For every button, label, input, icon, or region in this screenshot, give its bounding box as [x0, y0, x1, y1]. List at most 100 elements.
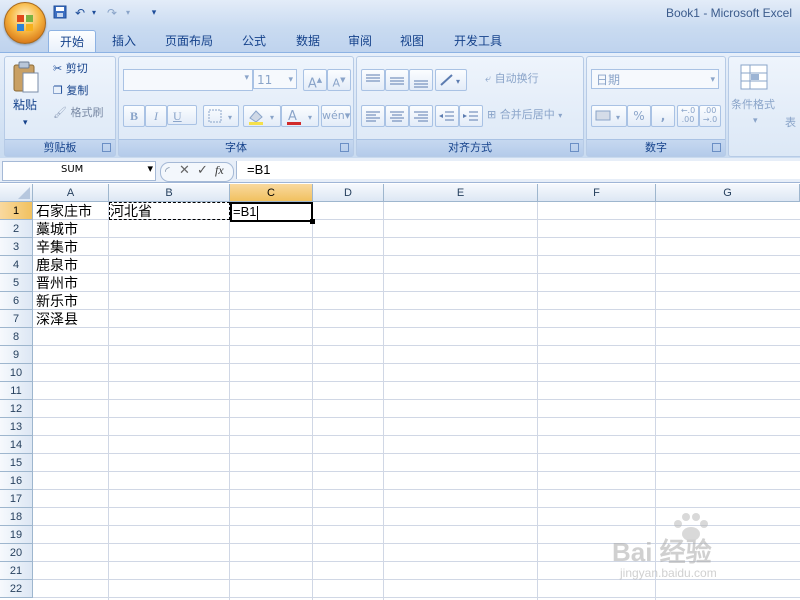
row-header-14[interactable]: 14 [0, 436, 33, 454]
comma-button[interactable]: , [651, 105, 675, 127]
number-dialog-launcher-icon[interactable] [712, 143, 721, 152]
row-header-9[interactable]: 9 [0, 346, 33, 364]
font-name-dropdown-icon[interactable]: ▾ [244, 73, 249, 83]
tab-insert[interactable]: 插入 [102, 30, 146, 52]
row-header-8[interactable]: 8 [0, 328, 33, 346]
row-header-10[interactable]: 10 [0, 364, 33, 382]
cell-A1[interactable]: 石家庄市 [36, 203, 92, 221]
row-header-2[interactable]: 2 [0, 220, 33, 238]
cell-A4[interactable]: 鹿泉市 [36, 257, 78, 275]
number-format-combo[interactable]: 日期 ▾ [591, 69, 719, 89]
conditional-format-icon[interactable] [739, 63, 771, 93]
row-header-22[interactable]: 22 [0, 580, 33, 598]
currency-icon[interactable]: ▾ [591, 105, 627, 127]
italic-button[interactable]: I [145, 105, 167, 127]
name-box[interactable]: SUM ▾ [2, 161, 156, 181]
row-header-7[interactable]: 7 [0, 310, 33, 328]
name-box-dropdown-icon[interactable]: ▾ [147, 162, 153, 175]
font-dialog-launcher-icon[interactable] [340, 143, 349, 152]
cell-C1[interactable]: =B1 [233, 203, 258, 221]
column-header-C[interactable]: C [230, 184, 313, 202]
row-header-16[interactable]: 16 [0, 472, 33, 490]
tab-formulas[interactable]: 公式 [232, 30, 276, 52]
row-header-6[interactable]: 6 [0, 292, 33, 310]
row-header-19[interactable]: 19 [0, 526, 33, 544]
column-header-B[interactable]: B [109, 184, 230, 202]
select-all-corner[interactable] [0, 184, 33, 202]
column-header-F[interactable]: F [538, 184, 656, 202]
row-header-17[interactable]: 17 [0, 490, 33, 508]
row-header-18[interactable]: 18 [0, 508, 33, 526]
increase-decimal-icon[interactable]: ←.0.00 [677, 105, 699, 127]
column-header-D[interactable]: D [313, 184, 384, 202]
cancel-entry-icon[interactable]: ✕ [179, 163, 190, 178]
borders-icon[interactable]: ▾ [203, 105, 239, 127]
cell-A3[interactable]: 辛集市 [36, 239, 78, 257]
clipboard-dialog-launcher-icon[interactable] [102, 143, 111, 152]
column-header-G[interactable]: G [656, 184, 800, 202]
redo-dropdown-icon[interactable]: ▾ [120, 5, 136, 21]
font-color-icon[interactable]: A ▾ [281, 105, 319, 127]
grow-font-icon[interactable]: A▲ [303, 69, 327, 91]
row-header-3[interactable]: 3 [0, 238, 33, 256]
fill-color-icon[interactable]: ▾ [243, 105, 281, 127]
cell-A5[interactable]: 晋州市 [36, 275, 78, 293]
decrease-decimal-icon[interactable]: .00 →.0 [699, 105, 721, 127]
align-right-icon[interactable] [409, 105, 433, 127]
align-center-icon[interactable] [385, 105, 409, 127]
insert-function-icon[interactable]: fx [215, 163, 224, 178]
save-icon[interactable] [52, 5, 68, 21]
row-header-1[interactable]: 1 [0, 202, 33, 220]
copy-button[interactable]: ❐ 复制 [53, 83, 88, 99]
cut-button[interactable]: ✂ 剪切 [53, 61, 88, 77]
office-button[interactable] [4, 2, 46, 44]
wrap-text-button[interactable]: ⤶ 自动换行 [485, 71, 539, 87]
conditional-format-dropdown-icon[interactable]: ▾ [753, 113, 758, 129]
merge-center-button[interactable]: ⊞ 合并后居中 ▾ [487, 107, 562, 124]
font-size-dropdown-icon[interactable]: ▾ [288, 70, 293, 90]
row-header-11[interactable]: 11 [0, 382, 33, 400]
tab-view[interactable]: 视图 [390, 30, 434, 52]
row-header-21[interactable]: 21 [0, 562, 33, 580]
row-header-5[interactable]: 5 [0, 274, 33, 292]
cell-A7[interactable]: 深泽县 [36, 311, 78, 329]
tab-review[interactable]: 审阅 [338, 30, 382, 52]
tab-developer[interactable]: 开发工具 [444, 30, 512, 52]
row-header-4[interactable]: 4 [0, 256, 33, 274]
merge-dropdown-icon[interactable]: ▾ [558, 111, 562, 120]
row-header-12[interactable]: 12 [0, 400, 33, 418]
row-header-13[interactable]: 13 [0, 418, 33, 436]
percent-button[interactable]: % [627, 105, 651, 127]
font-size-combo[interactable]: 11 ▾ [253, 69, 297, 89]
format-painter-button[interactable]: 🖌 格式刷 [53, 105, 103, 121]
font-name-combo[interactable]: ▾ [123, 69, 253, 91]
alignment-dialog-launcher-icon[interactable] [570, 143, 579, 152]
bold-button[interactable]: B [123, 105, 145, 127]
align-top-icon[interactable] [361, 69, 385, 91]
column-header-E[interactable]: E [384, 184, 538, 202]
align-left-icon[interactable] [361, 105, 385, 127]
cell-B1[interactable]: 河北省 [110, 203, 152, 221]
row-header-20[interactable]: 20 [0, 544, 33, 562]
align-bottom-icon[interactable] [409, 69, 433, 91]
orientation-icon[interactable]: ▾ [435, 69, 467, 91]
redo-icon[interactable]: ↷ [104, 5, 120, 21]
number-format-dropdown-icon[interactable]: ▾ [710, 70, 715, 90]
conditional-format-button[interactable]: 条件格式 [731, 97, 775, 113]
row-header-15[interactable]: 15 [0, 454, 33, 472]
format-as-table-button[interactable]: 表 [785, 115, 796, 131]
undo-dropdown-icon[interactable]: ▾ [86, 5, 102, 21]
tab-data[interactable]: 数据 [286, 30, 330, 52]
decrease-indent-icon[interactable] [435, 105, 459, 127]
increase-indent-icon[interactable] [459, 105, 483, 127]
cell-A2[interactable]: 藁城市 [36, 221, 78, 239]
tab-page-layout[interactable]: 页面布局 [156, 30, 222, 52]
tab-home[interactable]: 开始 [48, 30, 96, 53]
column-header-A[interactable]: A [33, 184, 109, 202]
shrink-font-icon[interactable]: A▼ [327, 69, 351, 91]
fill-handle[interactable] [310, 219, 315, 224]
align-middle-icon[interactable] [385, 69, 409, 91]
underline-button[interactable]: U [167, 105, 197, 125]
enter-entry-icon[interactable]: ✓ [197, 163, 208, 178]
cell-A6[interactable]: 新乐市 [36, 293, 78, 311]
